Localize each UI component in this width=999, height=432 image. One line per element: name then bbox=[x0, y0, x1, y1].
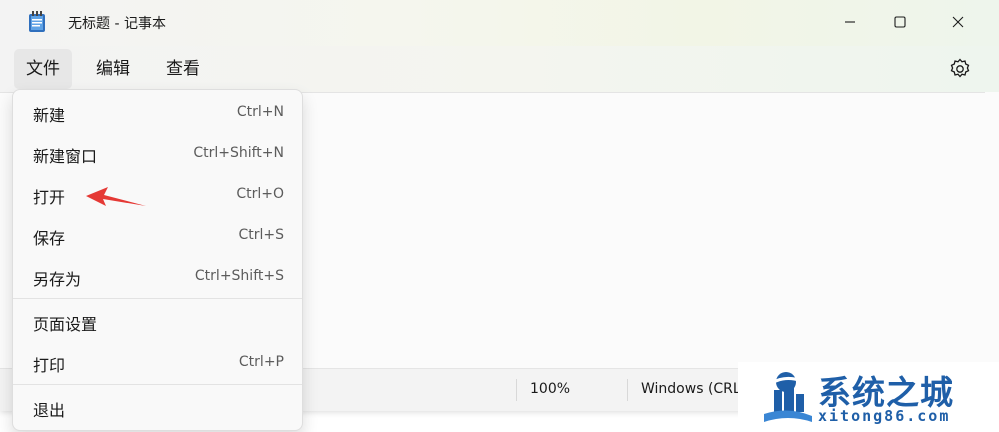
watermark-logo-icon bbox=[764, 372, 812, 422]
menu-separator bbox=[13, 384, 302, 385]
menu-item-label: 保存 bbox=[33, 229, 66, 248]
menu-separator bbox=[13, 298, 302, 299]
gear-icon[interactable] bbox=[947, 56, 973, 82]
menu-item-shortcut: Ctrl+P bbox=[238, 354, 284, 370]
menu-view[interactable]: 查看 bbox=[154, 49, 212, 89]
menu-item-shortcut: Ctrl+S bbox=[238, 227, 284, 243]
menu-item-save[interactable]: 保存 Ctrl+S bbox=[17, 217, 298, 255]
watermark: 系统之城 xitong86.com bbox=[738, 362, 999, 432]
status-divider bbox=[516, 379, 517, 401]
menu-item-new-window[interactable]: 新建窗口 Ctrl+Shift+N bbox=[17, 135, 298, 173]
menu-item-exit[interactable]: 退出 bbox=[17, 389, 298, 427]
menu-item-label: 新建窗口 bbox=[33, 147, 98, 166]
menu-item-label: 另存为 bbox=[33, 270, 82, 289]
menu-item-shortcut: Ctrl+Shift+S bbox=[194, 268, 284, 284]
menu-item-label: 打开 bbox=[33, 188, 66, 207]
menu-item-new[interactable]: 新建 Ctrl+N bbox=[17, 94, 298, 132]
menu-item-shortcut: Ctrl+O bbox=[236, 186, 284, 202]
menu-item-label: 新建 bbox=[33, 106, 66, 125]
scrollbar[interactable] bbox=[985, 92, 999, 368]
menu-file[interactable]: 文件 bbox=[14, 49, 72, 89]
notepad-icon bbox=[29, 11, 45, 32]
file-menu-dropdown: 新建 Ctrl+N 新建窗口 Ctrl+Shift+N 打开 Ctrl+O 保存… bbox=[12, 89, 303, 431]
close-icon bbox=[952, 16, 964, 28]
menu-edit[interactable]: 编辑 bbox=[84, 49, 142, 89]
menu-item-print[interactable]: 打印 Ctrl+P bbox=[17, 344, 298, 382]
maximize-button[interactable] bbox=[876, 0, 924, 44]
menu-item-save-as[interactable]: 另存为 Ctrl+Shift+S bbox=[17, 258, 298, 296]
annotation-arrow-icon bbox=[86, 187, 146, 206]
menu-item-page-setup[interactable]: 页面设置 bbox=[17, 303, 298, 341]
close-button[interactable] bbox=[934, 0, 982, 44]
window-title: 无标题 - 记事本 bbox=[68, 16, 166, 32]
minimize-icon bbox=[845, 21, 855, 23]
status-divider bbox=[627, 379, 628, 401]
menu-item-label: 页面设置 bbox=[33, 315, 98, 334]
menu-item-shortcut: Ctrl+N bbox=[236, 104, 284, 120]
title-bar[interactable]: 无标题 - 记事本 bbox=[0, 0, 999, 46]
status-zoom: 100% bbox=[530, 381, 571, 397]
menu-bar: 文件 编辑 查看 bbox=[0, 46, 999, 92]
watermark-subtitle: xitong86.com bbox=[818, 407, 951, 425]
status-line-ending: Windows (CRL bbox=[641, 381, 741, 397]
menu-item-shortcut: Ctrl+Shift+N bbox=[193, 145, 284, 161]
minimize-button[interactable] bbox=[826, 0, 874, 44]
menu-item-open[interactable]: 打开 Ctrl+O bbox=[17, 176, 298, 214]
maximize-icon bbox=[894, 16, 906, 28]
menu-item-label: 打印 bbox=[33, 356, 66, 375]
menu-item-label: 退出 bbox=[33, 401, 66, 420]
